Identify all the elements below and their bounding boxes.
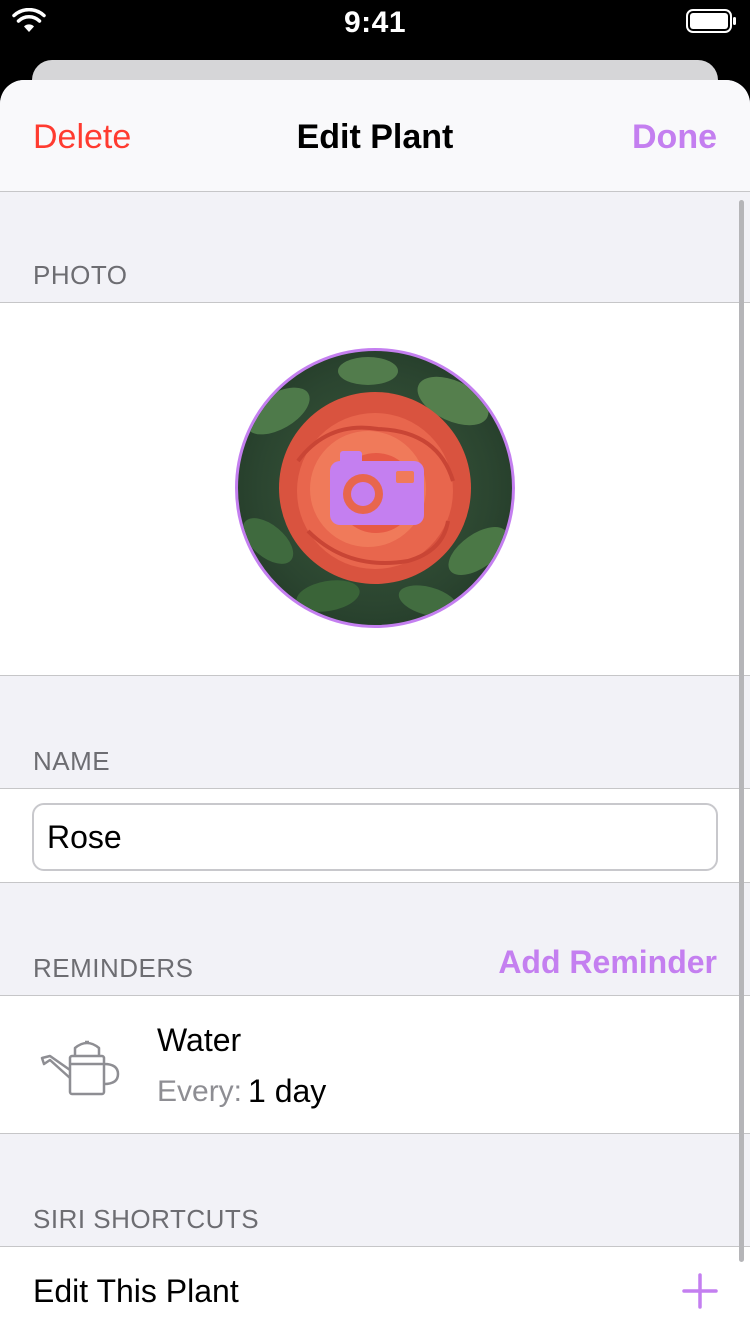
camera-icon	[330, 451, 424, 525]
shortcut-label: Edit This Plant	[33, 1273, 239, 1309]
rose-photo	[242, 357, 508, 617]
reminder-frequency-value: 1 day	[248, 1073, 327, 1109]
scroll-indicator[interactable]	[739, 200, 744, 1262]
section-header-name: NAME	[33, 746, 111, 776]
watering-can-icon	[40, 1040, 120, 1096]
add-reminder-button[interactable]: Add Reminder	[498, 944, 717, 981]
battery-icon	[686, 9, 736, 33]
reminder-title: Water	[157, 1022, 242, 1058]
section-header-photo: PHOTO	[33, 260, 128, 290]
siri-shortcut-row[interactable]: Edit This Plant	[0, 1246, 750, 1334]
status-time: 9:41	[343, 6, 407, 39]
done-button[interactable]: Done	[632, 118, 717, 157]
section-header-siri: SIRI SHORTCUTS	[33, 1204, 260, 1234]
reminder-row[interactable]: Water Every: 1 day	[0, 995, 750, 1134]
plant-photo-button[interactable]	[235, 348, 515, 628]
edit-plant-sheet: Delete Edit Plant Done PHOTO NAME Rose R…	[0, 80, 750, 1334]
section-header-reminders: REMINDERS	[33, 953, 194, 983]
status-bar: 9:41	[0, 0, 750, 44]
photo-group	[0, 302, 750, 676]
name-group	[0, 788, 750, 883]
reminder-frequency-label: Every:	[157, 1075, 243, 1108]
plus-icon[interactable]	[682, 1273, 718, 1309]
plant-name-input[interactable]	[32, 803, 718, 871]
navigation-bar: Delete Edit Plant Done	[0, 80, 750, 192]
